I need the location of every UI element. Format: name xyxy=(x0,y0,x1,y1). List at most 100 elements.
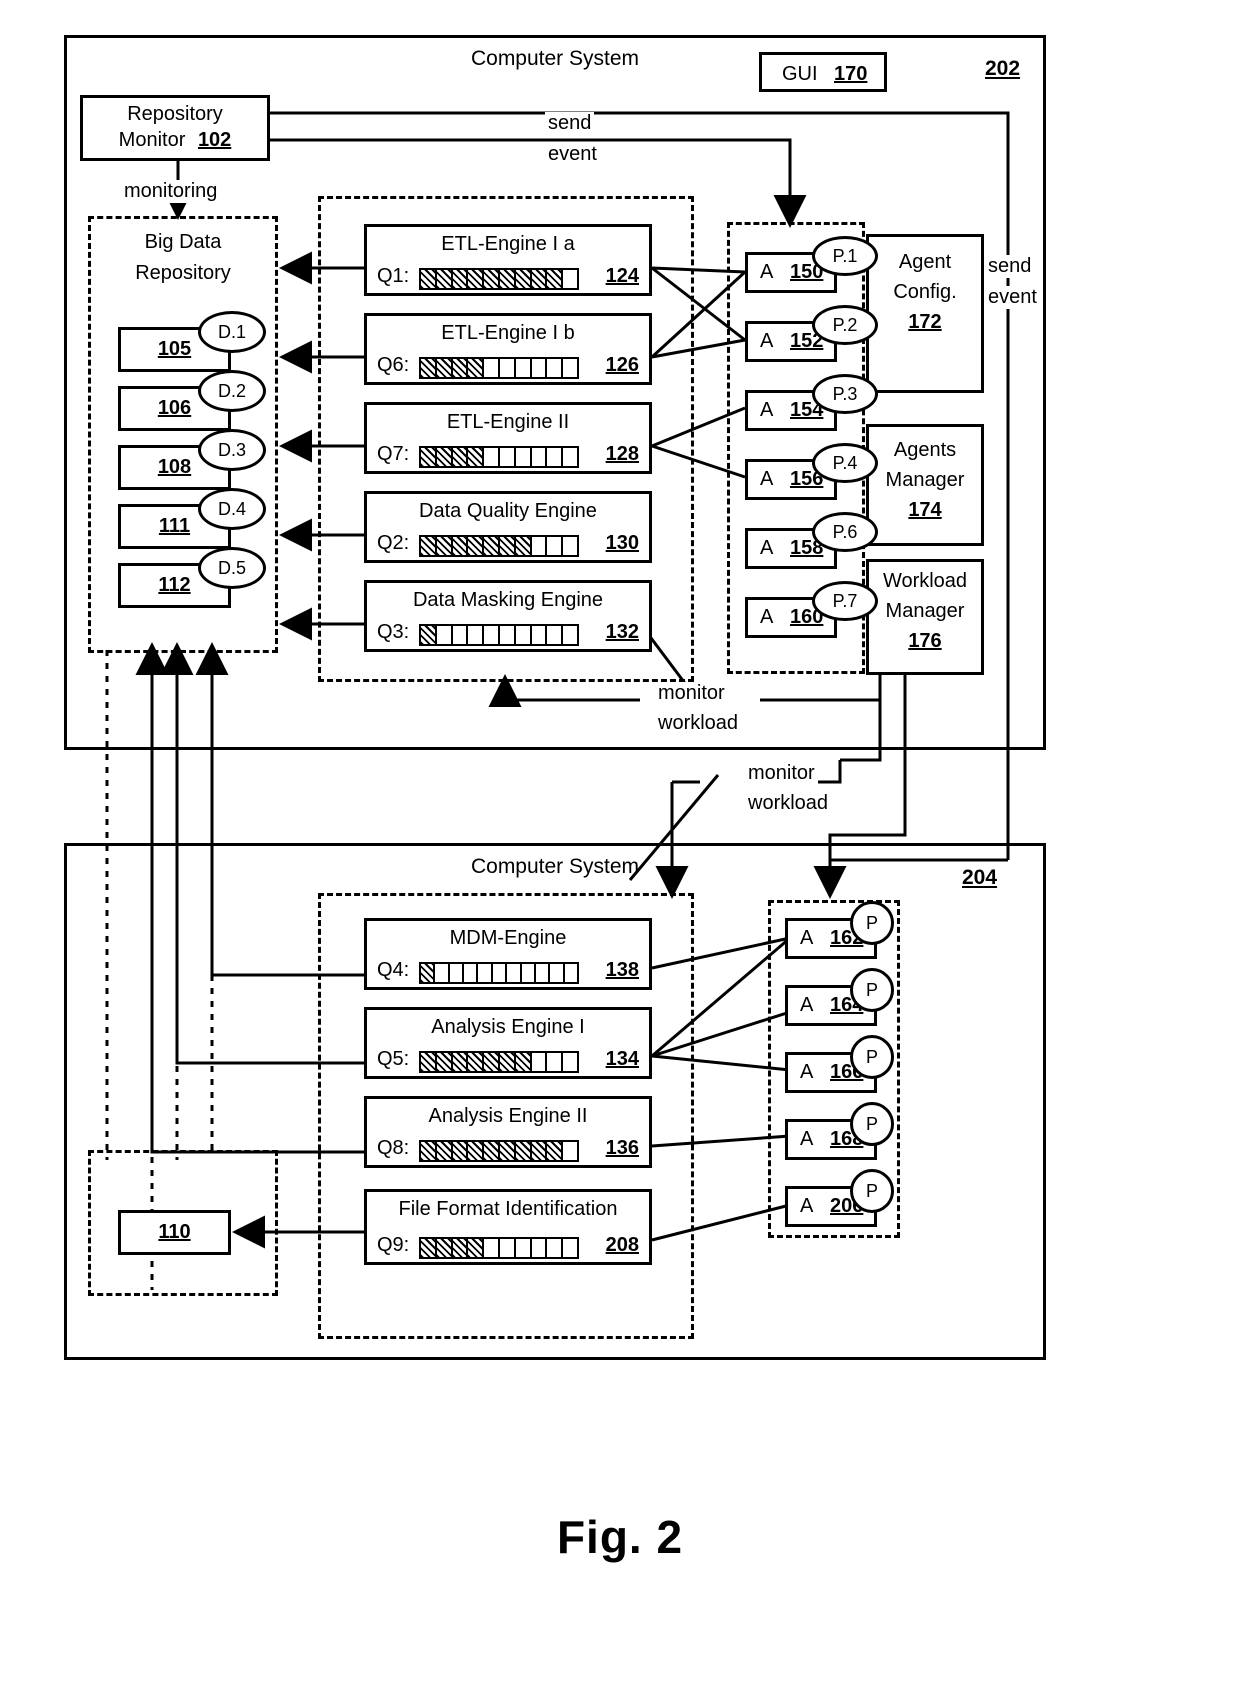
engine-box[interactable]: Data Quality Engine Q2: 130 xyxy=(364,491,652,563)
queue-cell xyxy=(532,359,548,377)
queue-cell xyxy=(507,964,522,982)
send-event-right-label-l2: event xyxy=(985,286,1040,309)
queue-cell xyxy=(437,626,453,644)
agent-label: A xyxy=(800,1128,814,1150)
repository-item-ref: 111 xyxy=(158,515,191,537)
repository-monitor-line2: Monitor xyxy=(118,129,186,151)
queue-cell xyxy=(436,448,453,466)
agent-label: A xyxy=(800,1195,814,1217)
engine-box[interactable]: ETL-Engine I b Q6: 126 xyxy=(364,313,652,385)
engine-box[interactable]: File Format Identification Q9: 208 xyxy=(364,1189,652,1265)
queue-cell xyxy=(500,359,516,377)
queue-cell xyxy=(499,1053,516,1071)
port-badge: P.4 xyxy=(812,443,878,483)
agent-label: A xyxy=(800,927,814,949)
queue-cell xyxy=(421,448,437,466)
engine-name: ETL-Engine I b xyxy=(441,322,575,344)
queue-cell xyxy=(500,626,516,644)
queue-cell xyxy=(468,270,485,288)
queue-cell xyxy=(532,626,548,644)
queue-cell xyxy=(484,270,500,288)
queue-cell xyxy=(563,1239,577,1257)
engine-ref: 138 xyxy=(605,959,639,981)
agents-manager-line1: Agents xyxy=(893,439,957,461)
engine-name: ETL-Engine I a xyxy=(441,233,575,255)
queue-cell xyxy=(563,359,577,377)
monitor-workload-low-l2: workload xyxy=(745,792,832,815)
engine-queue-label: Q7: xyxy=(377,443,410,465)
port-badge: P.3 xyxy=(812,374,878,414)
queue-cell xyxy=(452,448,469,466)
agent-config-line1: Agent xyxy=(898,251,952,273)
gui-box[interactable]: GUI 170 xyxy=(759,52,887,92)
queue-cell xyxy=(468,626,485,644)
queue-cell xyxy=(452,359,469,377)
workload-manager-box[interactable]: Workload Manager 176 xyxy=(866,559,984,675)
engine-box[interactable]: ETL-Engine I a Q1: 124 xyxy=(364,224,652,296)
queue-cell xyxy=(565,964,577,982)
store-110-box[interactable]: 110 xyxy=(118,1210,231,1255)
queue-cell xyxy=(547,537,564,555)
engine-box[interactable]: ETL-Engine II Q7: 128 xyxy=(364,402,652,474)
engine-name: File Format Identification xyxy=(398,1198,618,1220)
queue-cell xyxy=(531,270,548,288)
queue-cell xyxy=(468,1239,485,1257)
repository-item-ref: 105 xyxy=(157,338,192,360)
queue-cell xyxy=(421,964,436,982)
big-data-repository-title-l1: Big Data xyxy=(144,231,222,253)
queue-cell xyxy=(499,270,516,288)
agent-label: A xyxy=(760,330,774,352)
queue-cell xyxy=(484,1239,500,1257)
agent-config-box[interactable]: Agent Config. 172 xyxy=(866,234,984,393)
queue-cell xyxy=(536,964,551,982)
agent-label: A xyxy=(760,537,774,559)
queue-cell xyxy=(531,1142,548,1160)
computer-system-204-ref: 204 xyxy=(962,866,998,889)
repository-item-ref: 108 xyxy=(157,456,192,478)
engine-ref: 134 xyxy=(605,1048,639,1070)
engine-box[interactable]: Analysis Engine I Q5: 134 xyxy=(364,1007,652,1079)
workload-manager-line2: Manager xyxy=(885,600,965,622)
queue-cell xyxy=(478,964,493,982)
send-event-right-label-l1: send xyxy=(985,255,1035,278)
queue-cell xyxy=(421,270,437,288)
store-110-ref: 110 xyxy=(158,1221,191,1243)
queue-cell xyxy=(436,1239,453,1257)
engine-name: MDM-Engine xyxy=(449,927,567,949)
engine-queue-bar xyxy=(419,446,579,468)
engine-ref: 124 xyxy=(605,265,639,287)
engine-name: ETL-Engine II xyxy=(446,411,570,433)
queue-cell xyxy=(421,1053,437,1071)
workload-manager-ref: 176 xyxy=(908,630,942,652)
send-event-top-label-l1: send xyxy=(545,112,595,135)
queue-cell xyxy=(435,964,450,982)
port-badge: P.2 xyxy=(812,305,878,345)
engine-box[interactable]: Data Masking Engine Q3: 132 xyxy=(364,580,652,652)
queue-cell xyxy=(450,964,465,982)
engine-queue-label: Q2: xyxy=(377,532,410,554)
queue-cell xyxy=(547,448,564,466)
queue-cell xyxy=(436,359,453,377)
queue-cell xyxy=(516,448,532,466)
engine-queue-label: Q1: xyxy=(377,265,410,287)
engine-queue-label: Q5: xyxy=(377,1048,410,1070)
queue-cell xyxy=(453,626,469,644)
engine-queue-bar xyxy=(419,1140,579,1162)
engine-queue-label: Q3: xyxy=(377,621,410,643)
queue-cell xyxy=(550,964,565,982)
repository-monitor-box[interactable]: Repository Monitor 102 xyxy=(80,95,270,161)
engine-queue-bar xyxy=(419,1051,579,1073)
agents-manager-box[interactable]: Agents Manager 174 xyxy=(866,424,984,546)
figure-caption: Fig. 2 xyxy=(556,1511,684,1563)
queue-cell xyxy=(563,626,577,644)
queue-cell xyxy=(421,359,437,377)
queue-cell xyxy=(468,1142,485,1160)
port-badge: P xyxy=(850,1035,894,1079)
engine-box[interactable]: Analysis Engine II Q8: 136 xyxy=(364,1096,652,1168)
engine-box[interactable]: MDM-Engine Q4: 138 xyxy=(364,918,652,990)
engine-ref: 126 xyxy=(605,354,639,376)
repository-item-tag: D.1 xyxy=(198,311,266,353)
repository-item-tag: D.3 xyxy=(198,429,266,471)
queue-cell xyxy=(452,1239,469,1257)
engine-queue-bar xyxy=(419,357,579,379)
